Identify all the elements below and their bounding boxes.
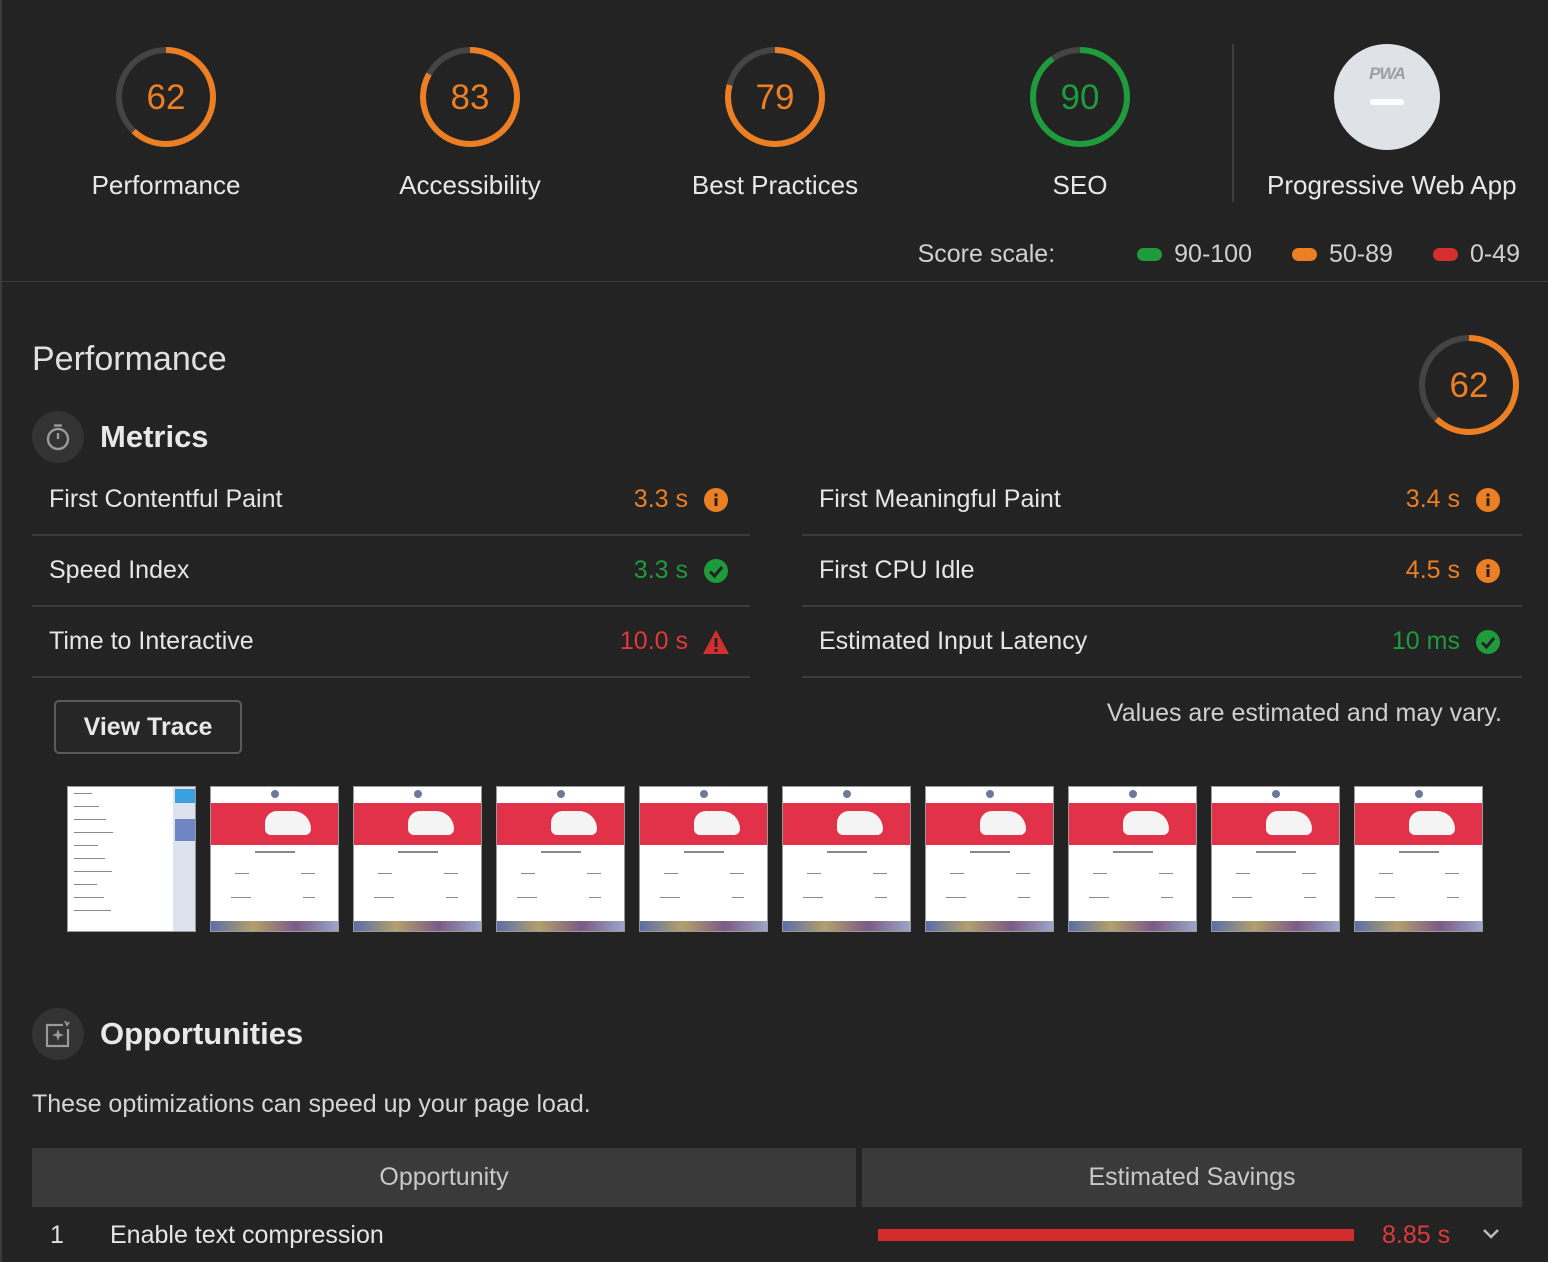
estimate-note: Values are estimated and may vary.: [1106, 699, 1502, 727]
info-icon: [702, 486, 730, 514]
info-icon: [1474, 486, 1502, 514]
column-header-savings: Estimated Savings: [862, 1148, 1522, 1207]
metric-name: Estimated Input Latency: [819, 627, 1088, 655]
average-swatch: [1292, 248, 1317, 261]
opportunities-header: Opportunities: [32, 1008, 303, 1060]
gauge-performance[interactable]: 62 Performance: [46, 44, 286, 201]
metric-value: 3.3 s: [633, 556, 688, 584]
gauge-score: 83: [450, 78, 490, 117]
scale-fail: 0-49: [1432, 240, 1520, 269]
metric-value: 10.0 s: [619, 627, 688, 655]
score-scale: Score scale: 90-100 50-89 0-49: [918, 240, 1520, 269]
section-title: Performance: [32, 340, 227, 378]
metric-first-contentful-paint: First Contentful Paint 3.3 s: [32, 465, 750, 536]
metric-value: 3.4 s: [1405, 485, 1460, 513]
filmstrip-frame: [353, 786, 482, 932]
opportunities-description: These optimizations can speed up your pa…: [32, 1090, 591, 1118]
metric-name: Speed Index: [49, 556, 190, 584]
gauge-pwa[interactable]: PWA Progressive Web App: [1267, 44, 1517, 201]
opportunity-icon: [32, 1008, 84, 1060]
metric-speed-index: Speed Index 3.3 s: [32, 536, 750, 607]
metric-name: First CPU Idle: [819, 556, 975, 584]
metric-first-cpu-idle: First CPU Idle 4.5 s: [802, 536, 1522, 607]
row-title: Enable text compression: [110, 1220, 384, 1249]
gauge-seo[interactable]: 90 SEO: [960, 44, 1200, 201]
column-header-opportunity: Opportunity: [32, 1148, 856, 1207]
row-index: 1: [50, 1220, 64, 1249]
score-gauges: 62 Performance 83 Accessibility 79 Best …: [2, 0, 1548, 282]
row-savings: 8.85 s: [1382, 1220, 1451, 1249]
score-scale-label: Score scale:: [917, 240, 1056, 268]
filmstrip-frame: [67, 786, 196, 932]
metrics-header: Metrics: [32, 411, 209, 463]
gauge-label: Best Practices: [691, 170, 859, 200]
lighthouse-report: 62 Performance 83 Accessibility 79 Best …: [0, 0, 1548, 1262]
filmstrip-frame: [496, 786, 625, 932]
gauge-label: Progressive Web App: [1267, 170, 1517, 200]
gauge-accessibility[interactable]: 83 Accessibility: [350, 44, 590, 201]
gauge-label: Accessibility: [399, 170, 541, 200]
opportunity-row[interactable]: 1 Enable text compression 8.85 s: [32, 1212, 1522, 1258]
warning-icon: [702, 628, 730, 656]
pass-swatch: [1137, 248, 1163, 261]
scale-average: 50-89: [1292, 240, 1393, 269]
scale-pass: 90-100: [1137, 240, 1252, 269]
metric-name: First Contentful Paint: [49, 485, 283, 513]
check-icon: [1474, 628, 1502, 656]
filmstrip-frame: [1354, 786, 1483, 932]
scale-range-text: 0-49: [1469, 240, 1520, 268]
scale-range-text: 90-100: [1174, 240, 1252, 268]
gauge-divider: [1232, 44, 1234, 202]
pwa-dash: [1370, 99, 1404, 105]
filmstrip-frame: [782, 786, 911, 932]
metric-value: 3.3 s: [633, 485, 688, 513]
gauge-label: Performance: [91, 170, 241, 200]
savings-bar: [878, 1229, 1354, 1241]
filmstrip-frame: [639, 786, 768, 932]
gauge-score: 79: [755, 78, 795, 117]
metric-first-meaningful-paint: First Meaningful Paint 3.4 s: [802, 465, 1522, 536]
gauge-score: 90: [1060, 78, 1100, 117]
opportunities-title: Opportunities: [100, 1016, 304, 1051]
filmstrip-frame: [1068, 786, 1197, 932]
metric-time-to-interactive: Time to Interactive 10.0 s: [32, 607, 750, 678]
filmstrip-frame: [925, 786, 1054, 932]
performance-score-gauge: 62: [1416, 332, 1522, 438]
filmstrip-frame: [210, 786, 339, 932]
metric-name: Time to Interactive: [49, 627, 254, 655]
gauge-label: SEO: [1052, 170, 1108, 200]
scale-range-text: 50-89: [1329, 240, 1393, 268]
metric-value: 4.5 s: [1405, 556, 1460, 584]
chevron-down-icon[interactable]: [1480, 1222, 1502, 1249]
gauge-score: 62: [1449, 366, 1489, 405]
view-trace-button[interactable]: View Trace: [54, 700, 242, 754]
metrics-title: Metrics: [100, 419, 209, 454]
metric-value: 10 ms: [1391, 627, 1460, 655]
check-icon: [702, 557, 730, 585]
fail-swatch: [1432, 248, 1458, 261]
gauge-best-practices[interactable]: 79 Best Practices: [655, 44, 895, 201]
metric-name: First Meaningful Paint: [819, 485, 1061, 513]
gauge-score: 62: [146, 78, 186, 117]
info-icon: [1474, 557, 1502, 585]
pwa-badge-icon: PWA: [1334, 44, 1440, 150]
filmstrip-frame: [1211, 786, 1340, 932]
stopwatch-icon: [32, 411, 84, 463]
pwa-badge-text: PWA: [1369, 64, 1406, 83]
metric-estimated-input-latency: Estimated Input Latency 10 ms: [802, 607, 1522, 678]
